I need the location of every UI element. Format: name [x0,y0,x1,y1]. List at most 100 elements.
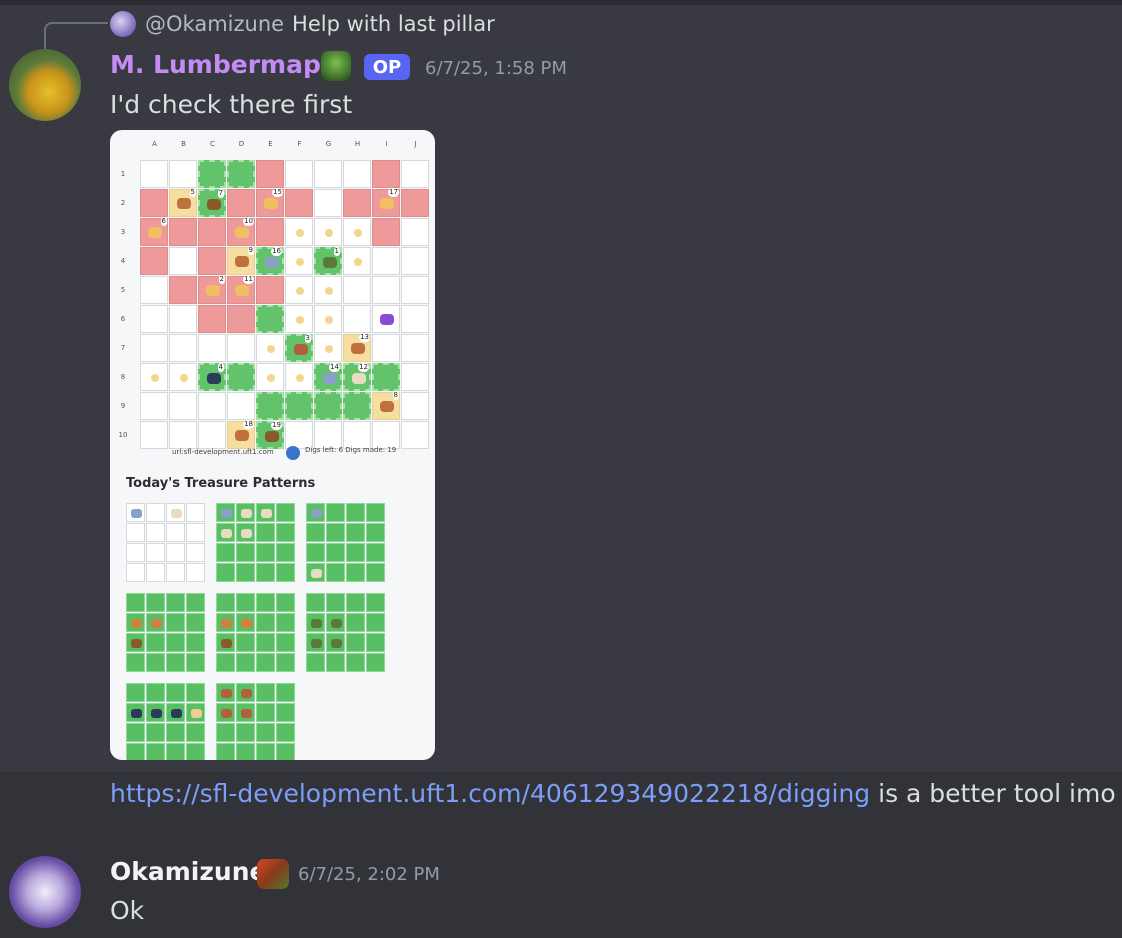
dig-number: 13 [359,333,370,342]
pattern-cell [236,653,255,672]
dig-number: 9 [247,246,254,255]
pattern-cell [166,613,185,632]
pattern-cell [276,543,295,562]
avatar[interactable] [9,856,81,928]
treasure-icon [235,430,249,441]
grid-cell [140,276,168,304]
pattern-cell [146,543,165,562]
grid-cell: 18 [227,420,255,449]
grid-cell: 14 [314,363,342,391]
pattern-cell [346,543,365,562]
grid-cell [169,421,197,449]
pattern-cell [146,653,165,672]
grid-cell [256,160,284,188]
pattern-cell [186,653,205,672]
dig-number: 5 [189,188,196,197]
pattern-cell [146,723,165,742]
pattern-cell [256,653,275,672]
grid-cell [285,276,313,304]
pattern-cell [236,633,255,652]
pattern-cell [146,633,165,652]
column-header: F [297,140,302,148]
pattern-cell [236,703,255,722]
reply-text[interactable]: Help with last pillar [292,12,495,36]
pattern-item-icon [221,509,232,518]
pattern-cell [306,633,325,652]
pattern-cell [216,523,235,542]
grid-cell [140,305,168,333]
pattern-cell [346,503,365,522]
grid-cell [343,421,371,449]
pattern-cell [276,683,295,702]
pattern-cell [126,653,145,672]
pattern-cell [326,523,345,542]
pattern-cell [166,653,185,672]
pattern-cell [346,633,365,652]
pattern-cell [166,503,185,522]
pattern-cell [236,593,255,612]
pattern-cell [276,523,295,542]
pattern-cell [326,593,345,612]
reply-reference[interactable]: @Okamizune Help with last pillar [110,10,495,38]
row-header: 9 [120,402,126,410]
row-header: 4 [120,257,126,265]
pattern-cell [216,723,235,742]
pattern-item-icon [131,509,142,518]
pattern-cell [276,723,295,742]
reply-username[interactable]: @Okamizune [145,12,284,36]
grid-cell [372,247,400,275]
grid-cell: 3 [285,334,313,362]
dig-dot [267,374,275,382]
row-header: 5 [120,286,126,294]
row-header: 10 [118,431,128,439]
pattern-cell [166,523,185,542]
pattern-cell [236,743,255,760]
grid-cell [401,276,429,304]
grid-cell: 6 [140,217,168,246]
pattern-grid [126,683,206,760]
grid-cell [285,247,313,275]
dig-dot [296,258,304,266]
pattern-item-icon [151,619,162,628]
author-name[interactable]: Okamizune [110,857,266,886]
dig-dot [325,229,333,237]
pattern-cell [166,723,185,742]
grid-cell: 19 [256,421,284,449]
grid-cell [285,392,313,420]
pattern-cell [346,593,365,612]
pattern-cell [306,563,325,582]
grid-cell [256,334,284,362]
pattern-item-icon [311,509,322,518]
pattern-cell [276,593,295,612]
grid-cell [314,421,342,449]
pattern-cell [236,563,255,582]
grid-cell: 16 [256,247,284,275]
grid-cell: 5 [169,188,197,217]
pattern-item-icon [331,639,342,648]
grid-cell [198,421,226,449]
grid-cell [401,247,429,275]
grid-cell [169,363,197,391]
avatar[interactable] [9,49,81,121]
pattern-cell [126,563,145,582]
pattern-cell [216,633,235,652]
author-name[interactable]: M. Lumbermaph [110,50,339,79]
grid-cell [343,247,371,275]
grid-cell [227,334,255,362]
column-header: D [238,140,245,148]
pattern-cell [186,633,205,652]
grid-cell [401,305,429,333]
grid-cell [169,305,197,333]
treasure-icon [294,344,308,355]
dig-dot [296,374,304,382]
embed-image[interactable]: A B C D E F G H I J 1 2 3 4 5 6 7 8 9 10 5 7 15 17 6 10 9 16 1 2 11 3 13… [110,130,435,760]
pattern-cell [216,503,235,522]
treasure-icon [264,198,278,209]
grid-cell: 12 [343,363,371,391]
digging-link[interactable]: https://sfl-development.uft1.com/4061293… [110,779,870,808]
column-header: H [354,140,361,148]
pattern-cell [276,503,295,522]
footer-digs: Digs left: 6 Digs made: 19 [305,446,397,454]
pattern-cell [146,523,165,542]
pattern-cell [366,523,385,542]
